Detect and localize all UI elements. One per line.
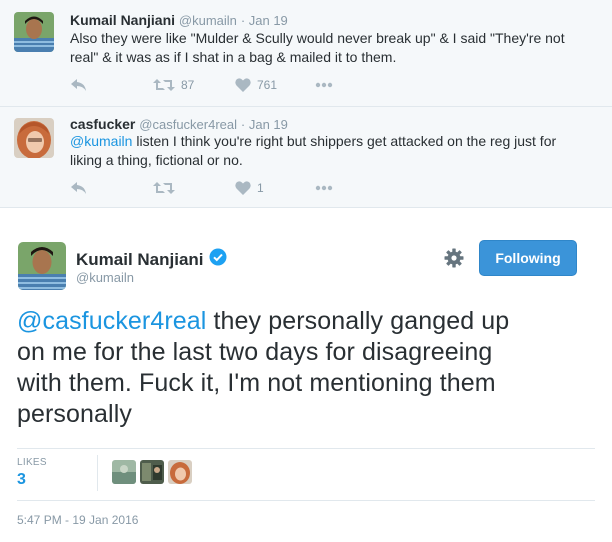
user-name-row[interactable]: Kumail Nanjiani: [76, 248, 227, 271]
screen-name[interactable]: @kumailn: [179, 13, 237, 28]
like-count: 761: [257, 78, 278, 92]
tweet-text-line: on me for the last two days for disagree…: [17, 338, 493, 366]
liker-avatar[interactable]: [140, 460, 164, 484]
tweet-text: @kumailn listen I think you're right but…: [70, 132, 590, 170]
avatar[interactable]: [14, 12, 54, 52]
user-name[interactable]: Kumail Nanjiani: [76, 250, 204, 270]
tweet-text-line: Also they were like "Mulder & Scully wou…: [70, 30, 565, 46]
retweet-count: 87: [181, 78, 195, 92]
tweet-date[interactable]: · Jan 19: [241, 117, 288, 132]
liker-avatar[interactable]: [168, 460, 192, 484]
avatar[interactable]: [18, 242, 66, 290]
likes-label: LIKES: [17, 457, 47, 468]
reply-icon: [70, 78, 88, 92]
tweet-text-line: liking a thing, fictional or no.: [70, 152, 243, 168]
tweet-header: casfucker @casfucker4real · Jan 19: [70, 116, 288, 132]
gear-icon[interactable]: [444, 248, 464, 273]
likes-count[interactable]: 3: [17, 471, 26, 489]
divider: [17, 448, 595, 449]
tweet-actions: 87 761: [70, 76, 370, 94]
divider: [17, 500, 595, 501]
tweet-text: @casfucker4real they personally ganged u…: [17, 306, 602, 430]
divider: [97, 455, 98, 491]
tweet-text: Also they were like "Mulder & Scully wou…: [70, 29, 590, 67]
like-button[interactable]: 1: [235, 179, 264, 197]
permalink-tweet: Kumail Nanjiani @kumailn Following @casf…: [0, 208, 612, 542]
retweet-icon: [153, 78, 175, 92]
reply-button[interactable]: [70, 76, 88, 94]
mention-link[interactable]: @kumailn: [70, 133, 132, 149]
screen-name[interactable]: @casfucker4real: [139, 117, 237, 132]
more-icon: [315, 185, 333, 191]
retweet-button[interactable]: 87: [153, 76, 194, 94]
tweet-text-line: @kumailn listen I think you're right but…: [70, 132, 590, 151]
tweet-date[interactable]: · Jan 19: [241, 13, 288, 28]
tweet-timestamp[interactable]: 5:47 PM - 19 Jan 2016: [17, 513, 138, 527]
reply-button[interactable]: [70, 179, 88, 197]
mention-link[interactable]: @casfucker4real: [17, 307, 206, 335]
like-button[interactable]: 761: [235, 76, 277, 94]
tweet-text-line: real" & it was as if I shat in a bag & m…: [70, 49, 397, 65]
more-button[interactable]: [315, 179, 333, 197]
reply-icon: [70, 181, 88, 195]
avatar[interactable]: [14, 118, 54, 158]
retweet-button[interactable]: [153, 179, 181, 197]
tweet-actions: 1: [70, 179, 370, 197]
heart-icon: [235, 181, 251, 195]
more-icon: [315, 82, 333, 88]
verified-badge-icon: [209, 248, 227, 271]
retweet-icon: [153, 181, 175, 195]
following-button[interactable]: Following: [479, 240, 577, 276]
heart-icon: [235, 78, 251, 92]
user-name[interactable]: casfucker: [70, 116, 135, 132]
user-name[interactable]: Kumail Nanjiani: [70, 12, 175, 28]
tweet-text-fragment: they personally ganged up: [206, 307, 510, 335]
context-tweet[interactable]: casfucker @casfucker4real · Jan 19 @kuma…: [0, 107, 612, 208]
context-tweet[interactable]: Kumail Nanjiani @kumailn · Jan 19 Also t…: [0, 0, 612, 107]
tweet-text-line: with them. Fuck it, I'm not mentioning t…: [17, 369, 496, 397]
more-button[interactable]: [315, 76, 333, 94]
like-count: 1: [257, 181, 264, 195]
tweet-header: Kumail Nanjiani @kumailn · Jan 19: [70, 12, 288, 28]
tweet-text-line: @casfucker4real they personally ganged u…: [17, 306, 602, 337]
liker-avatar[interactable]: [112, 460, 136, 484]
screen-name[interactable]: @kumailn: [76, 270, 134, 285]
tweet-text-fragment: listen I think you're right but shippers…: [132, 133, 557, 149]
tweet-text-line: personally: [17, 400, 132, 428]
